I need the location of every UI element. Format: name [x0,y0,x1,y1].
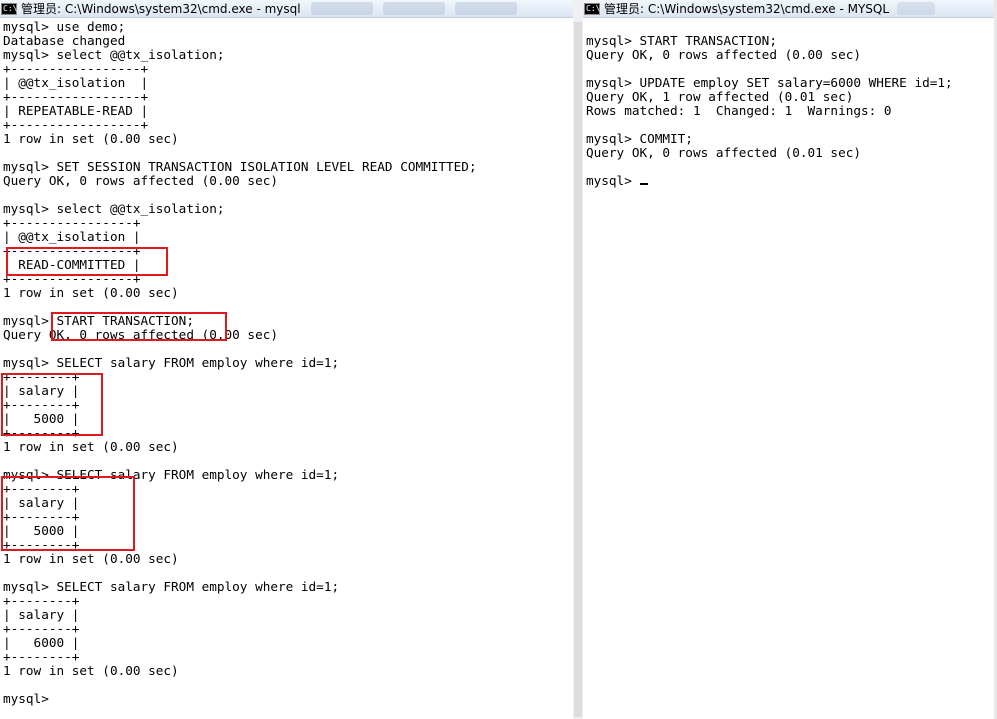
right-title-bar[interactable]: C:\ 管理员: C:\Windows\system32\cmd.exe - M… [583,0,997,18]
cmd-console-icon: C:\ [584,2,601,15]
left-title-bar[interactable]: C:\ 管理员: C:\Windows\system32\cmd.exe - m… [0,0,573,18]
console-line: mysql> select @@tx_isolation; [3,201,225,216]
right-window-title: 管理员: C:\Windows\system32\cmd.exe - MYSQL [604,2,890,16]
left-console-output[interactable]: mysql> use demo; Database changed mysql>… [3,20,477,706]
console-line: mysql> [586,173,640,188]
background-tab-ghost [454,2,517,15]
console-line: mysql> SELECT salary FROM employ where i… [3,579,340,594]
console-line: Rows matched: 1 Changed: 1 Warnings: 0 [586,103,892,118]
console-line: +----------------+ [3,215,141,230]
highlight-box-first-select-result [1,373,103,436]
console-line: +--------+ [3,649,80,664]
console-line: Database changed [3,33,126,48]
left-console-window[interactable]: C:\ 管理员: C:\Windows\system32\cmd.exe - m… [0,0,573,719]
highlight-box-second-select-result [1,476,135,551]
console-line: Query OK, 0 rows affected (0.00 sec) [3,173,278,188]
console-line: 1 row in set (0.00 sec) [3,663,179,678]
console-line: | salary | [3,607,80,622]
console-line: Query OK, 0 rows affected (0.00 sec) [586,47,861,62]
console-line: mysql> SET SESSION TRANSACTION ISOLATION… [3,159,477,174]
cmd-console-icon: C:\ [1,2,18,15]
console-line: +-----------------+ [3,117,149,132]
console-line: | REPEATABLE-READ | [3,103,149,118]
console-line: +--------+ [3,621,80,636]
console-line: 1 row in set (0.00 sec) [3,551,179,566]
background-button-ghost [897,2,936,15]
console-line: 1 row in set (0.00 sec) [3,285,179,300]
background-tab-ghost [310,2,373,15]
console-line: Query OK, 0 rows affected (0.01 sec) [586,145,861,160]
right-console-output[interactable]: mysql> START TRANSACTION; Query OK, 0 ro… [586,20,953,188]
console-line: | @@tx_isolation | [3,75,149,90]
left-window-scrollbar[interactable] [573,0,583,719]
console-line: | 6000 | [3,635,80,650]
console-line: mysql> [3,691,57,706]
console-line: mysql> SELECT salary FROM employ where i… [3,355,340,370]
console-line: +--------+ [3,593,80,608]
console-line: 1 row in set (0.00 sec) [3,131,179,146]
console-line: mysql> use demo; [3,19,126,34]
console-line: 1 row in set (0.00 sec) [3,439,179,454]
console-line: mysql> UPDATE employ SET salary=6000 WHE… [586,75,953,90]
console-line: mysql> COMMIT; [586,131,693,146]
text-cursor [640,183,649,185]
scrollbar-thumb[interactable] [574,22,582,717]
console-line: mysql> select @@tx_isolation; [3,47,225,62]
console-line: mysql> START TRANSACTION; [586,33,777,48]
console-line: Query OK, 1 row affected (0.01 sec) [586,89,854,104]
highlight-box-start-transaction [51,312,227,341]
background-tab-ghost [382,2,445,15]
left-window-title: 管理员: C:\Windows\system32\cmd.exe - mysql [21,2,301,16]
console-line: | @@tx_isolation | [3,229,141,244]
right-console-window[interactable]: C:\ 管理员: C:\Windows\system32\cmd.exe - M… [583,0,997,719]
highlight-box-isolation-level [6,247,168,276]
console-line: +-----------------+ [3,61,149,76]
console-line: +-----------------+ [3,89,149,104]
